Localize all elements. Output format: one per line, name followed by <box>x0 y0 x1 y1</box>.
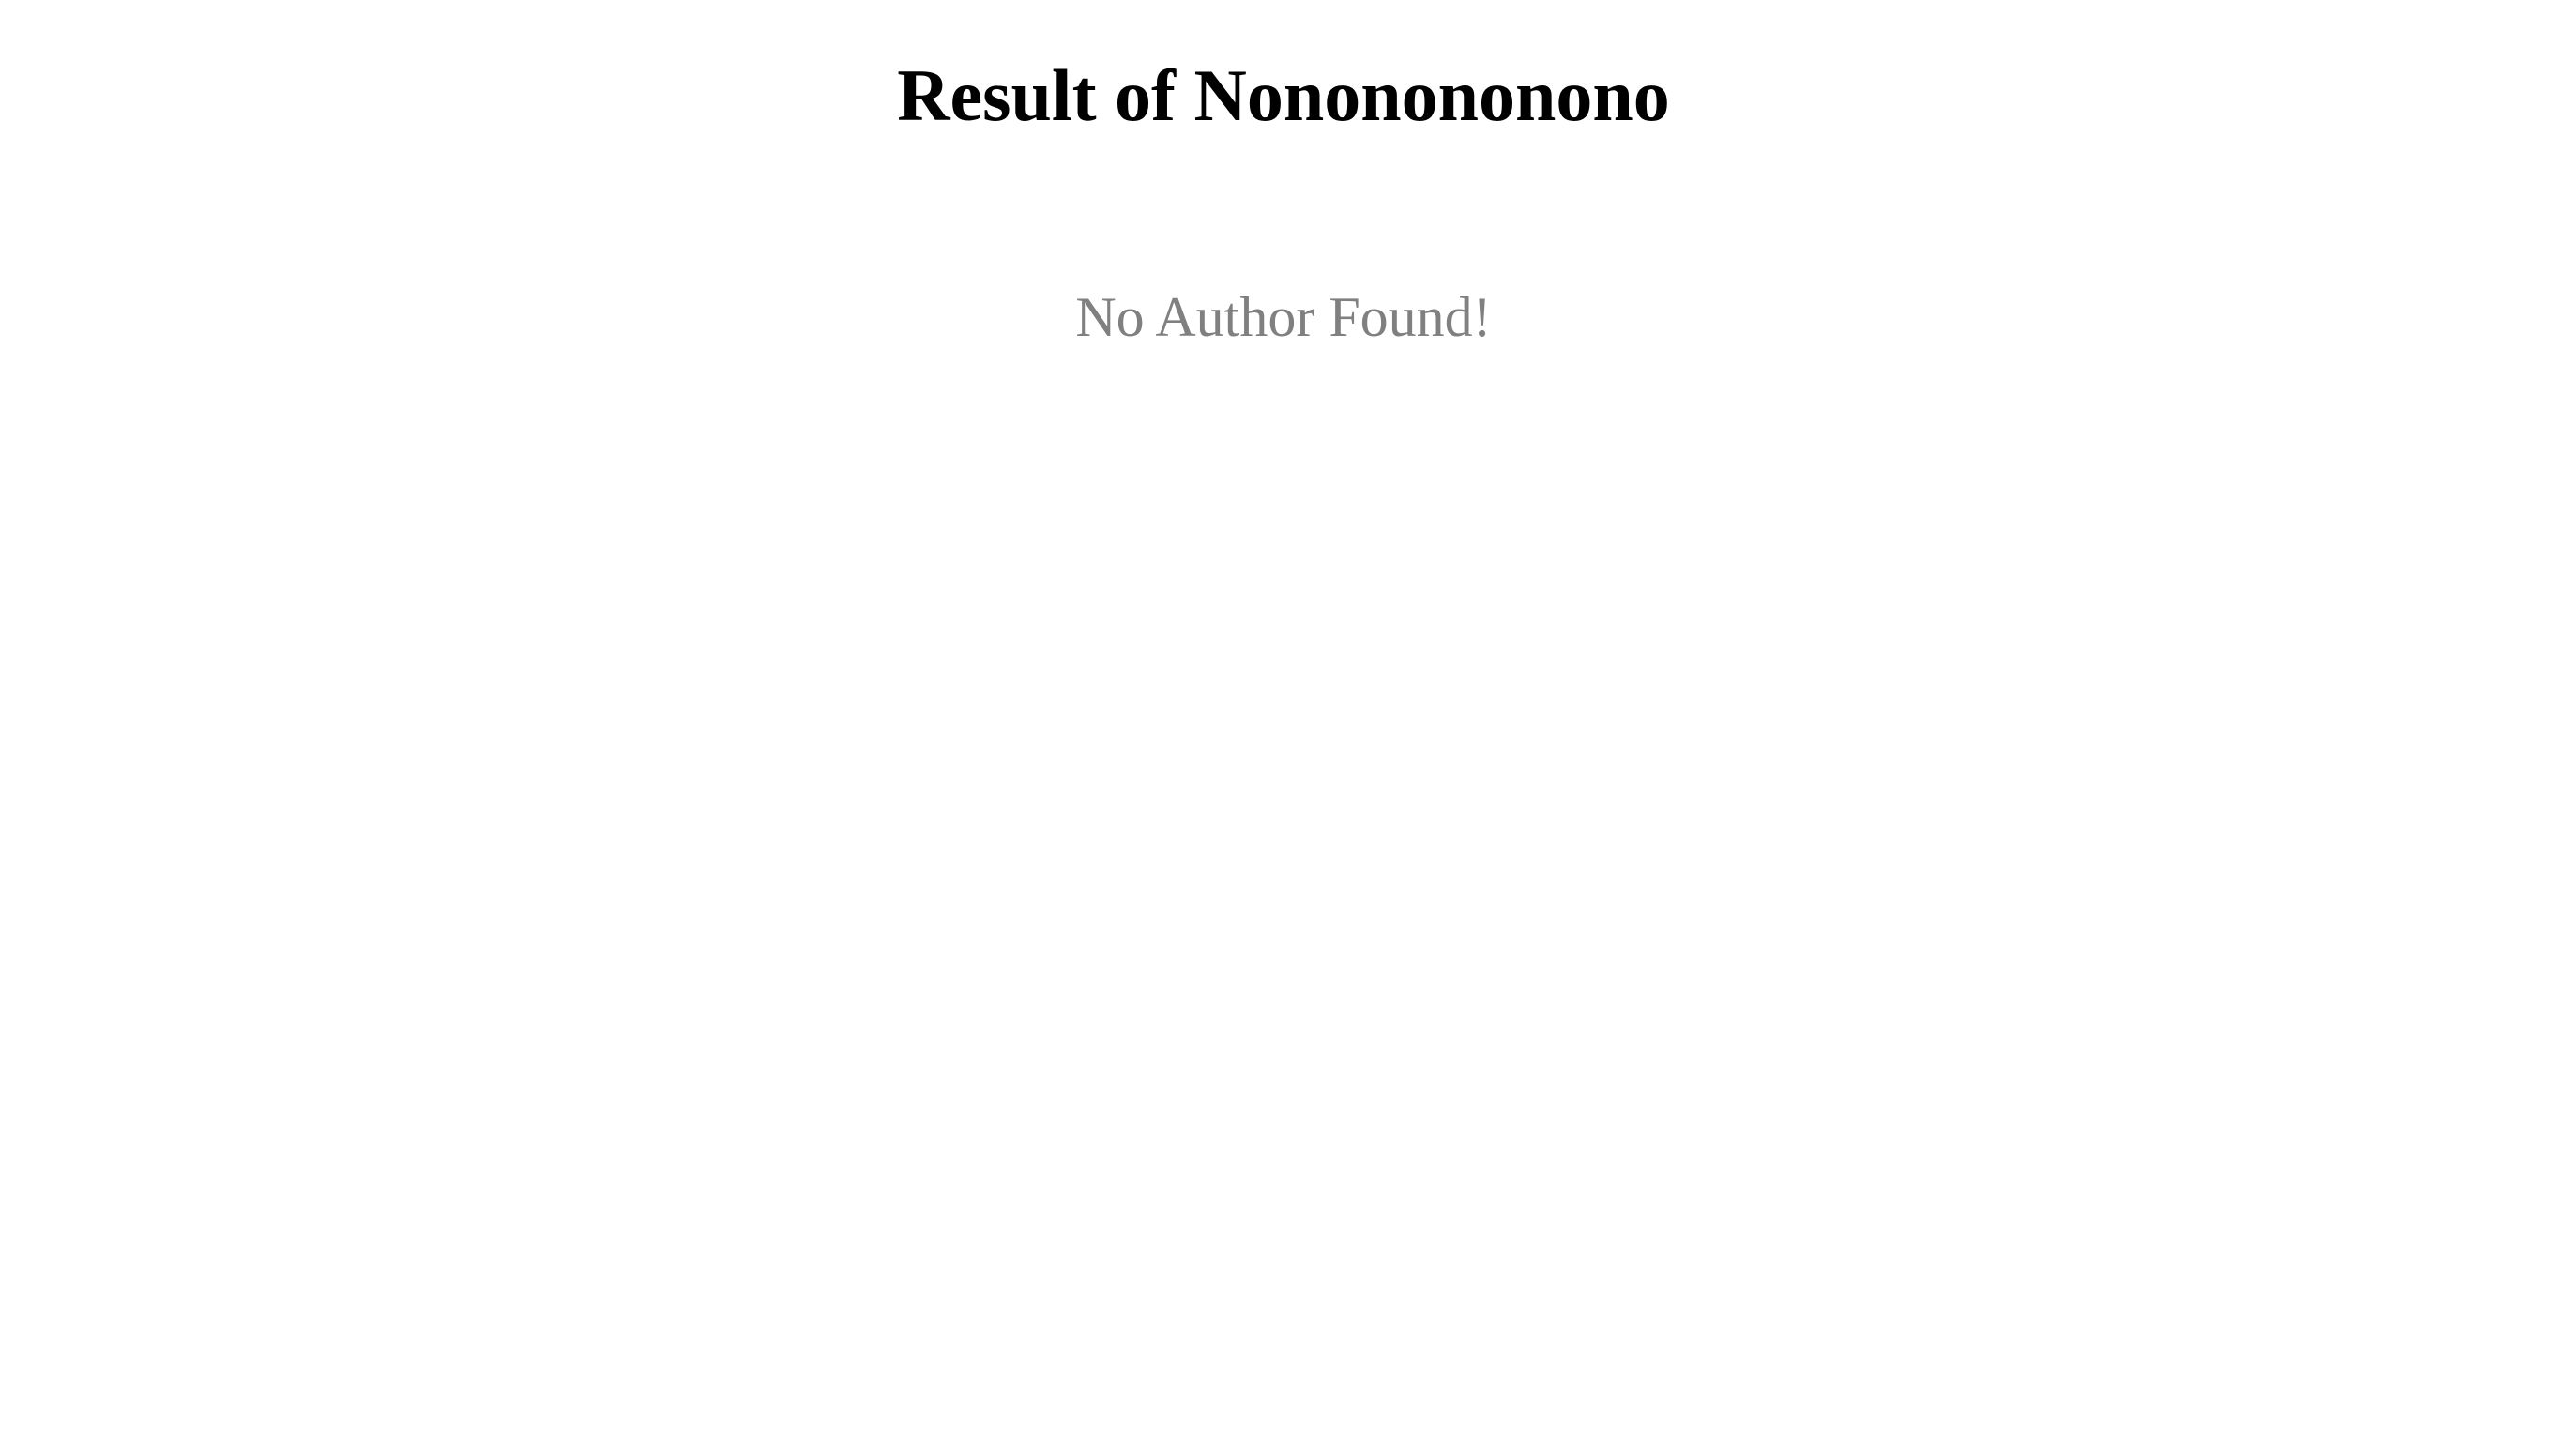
no-results-message: No Author Found! <box>1075 286 1492 348</box>
search-results-page: Result of Nononononono No Author Found! <box>0 0 2567 1456</box>
page-title: Result of Nononononono <box>897 54 1670 136</box>
